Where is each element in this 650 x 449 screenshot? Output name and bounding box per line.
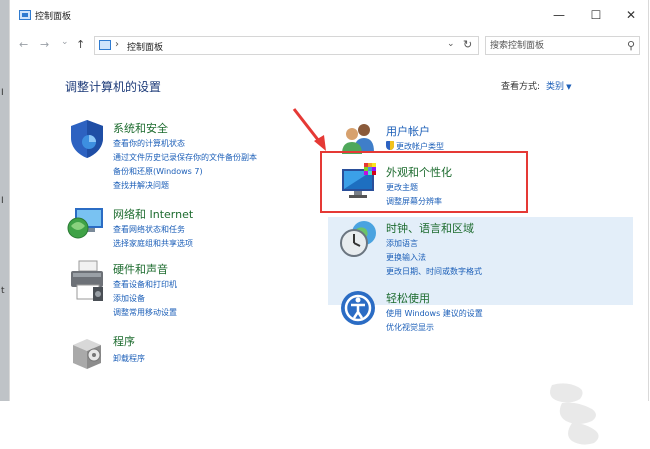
category-link[interactable]: 查看你的计算机状态 (113, 138, 185, 149)
category-title[interactable]: 硬件和声音 (113, 261, 168, 277)
up-arrow-icon[interactable]: ↑ (76, 38, 85, 51)
accessibility-icon[interactable] (340, 290, 376, 326)
edge-mark: I (1, 196, 4, 206)
title-bar: 控制面板 — ☐ ✕ (10, 0, 648, 30)
category-title[interactable]: 时钟、语言和区域 (386, 220, 474, 236)
chevron-down-icon[interactable]: ⌄ (447, 39, 455, 49)
category-link-label: 更改帐户类型 (396, 142, 444, 151)
printer-icon[interactable] (67, 259, 107, 303)
highlight-box (320, 151, 528, 213)
breadcrumb[interactable]: 控制面板 (127, 40, 163, 53)
clock-globe-icon[interactable] (340, 219, 380, 259)
category-title[interactable]: 系统和安全 (113, 120, 168, 136)
address-bar[interactable]: › 控制面板 ⌄ (94, 36, 479, 55)
category-link[interactable]: 查找并解决问题 (113, 180, 169, 191)
forward-arrow-icon[interactable]: → (40, 38, 49, 51)
category-link[interactable]: 通过文件历史记录保存你的文件备份副本 (113, 152, 257, 163)
shield-icon[interactable] (67, 118, 107, 160)
category-link[interactable]: 使用 Windows 建议的设置 (386, 308, 483, 319)
page-title: 调整计算机的设置 (65, 80, 162, 94)
edge-mark: t (1, 286, 5, 296)
edge-mark: I (1, 88, 4, 98)
category-link[interactable]: 选择家庭组和共享选项 (113, 238, 193, 249)
search-icon[interactable]: ⚲ (627, 39, 635, 52)
category-title[interactable]: 程序 (113, 333, 135, 349)
category-link[interactable]: 更换输入法 (386, 252, 426, 263)
recent-dropdown-icon[interactable]: ⌄ (61, 37, 69, 47)
control-panel-window: 控制面板 — ☐ ✕ ← → ⌄ ↑ › 控制面板 ⌄ ↻ ⚲ 调整计算机的设置… (9, 0, 649, 445)
window-title: 控制面板 (35, 12, 72, 22)
view-by-dropdown[interactable]: 类别 (546, 82, 564, 92)
watermark-logo (550, 383, 599, 445)
chevron-down-icon[interactable]: ▼ (566, 83, 571, 91)
category-link[interactable]: 备份和还原(Windows 7) (113, 166, 203, 177)
category-link[interactable]: 优化视觉显示 (386, 322, 434, 333)
control-panel-icon (99, 40, 111, 50)
navigation-bar: ← → ⌄ ↑ › 控制面板 ⌄ ↻ ⚲ (10, 30, 648, 60)
category-link[interactable]: 查看设备和打印机 (113, 279, 177, 290)
close-button[interactable]: ✕ (616, 4, 646, 26)
category-link[interactable]: 添加语言 (386, 238, 418, 249)
category-link[interactable]: 调整常用移动设置 (113, 307, 177, 318)
search-input[interactable] (488, 38, 622, 53)
category-title[interactable]: 轻松使用 (386, 290, 430, 306)
red-arrow-annotation (292, 108, 326, 151)
background-window-edge: I I t (0, 0, 9, 401)
main-content: 调整计算机的设置 查看方式: 类别 ▼ 系统和安全 查看你的计算机状态 通过文件历史… (10, 60, 648, 445)
category-link[interactable]: 卸载程序 (113, 353, 145, 364)
back-arrow-icon[interactable]: ← (19, 38, 28, 51)
network-globe-icon[interactable] (67, 204, 107, 244)
category-link[interactable]: 更改日期、时间或数字格式 (386, 266, 482, 277)
minimize-button[interactable]: — (544, 4, 574, 26)
view-by-label: 查看方式: (501, 82, 541, 92)
chevron-right-icon[interactable]: › (115, 39, 119, 50)
category-title[interactable]: 网络和 Internet (113, 206, 193, 222)
category-link[interactable]: 查看网络状态和任务 (113, 224, 185, 235)
search-box[interactable]: ⚲ (485, 36, 640, 55)
view-by: 查看方式: 类别 ▼ (501, 79, 571, 92)
uac-shield-icon (386, 141, 394, 150)
refresh-icon[interactable]: ↻ (463, 38, 472, 51)
category-title[interactable]: 用户帐户 (386, 123, 430, 139)
maximize-button[interactable]: ☐ (581, 4, 611, 26)
category-link[interactable]: 添加设备 (113, 293, 145, 304)
control-panel-icon (19, 10, 31, 20)
programs-box-icon[interactable] (67, 331, 107, 373)
